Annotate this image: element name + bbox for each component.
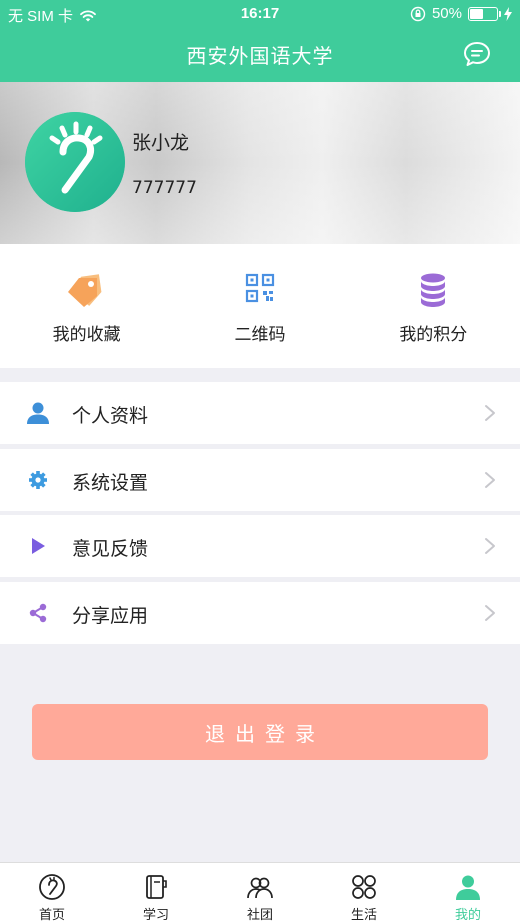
tab-mine[interactable]: 我的 xyxy=(416,863,520,924)
gear-icon xyxy=(29,470,47,489)
play-icon xyxy=(32,538,45,555)
nav-bar: 西安外国语大学 xyxy=(0,28,520,82)
battery-percent: 50% xyxy=(431,5,462,22)
tab-bar: 首页 学习 社团 生活 我的 xyxy=(0,862,520,924)
quick-favorites-label: 我的收藏 xyxy=(52,325,121,345)
menu-item-feedback[interactable]: 意见反馈 xyxy=(0,515,520,578)
grid-icon xyxy=(352,875,376,899)
profile-icon xyxy=(456,875,480,900)
quick-points-label: 我的积分 xyxy=(399,325,468,345)
status-bar: 无 SIM 卡 16:17 50% xyxy=(0,0,520,28)
tab-clubs[interactable]: 社团 xyxy=(208,863,312,924)
user-id: 777777 xyxy=(132,178,197,198)
menu-item-share[interactable]: 分享应用 xyxy=(0,582,520,645)
menu-item-profile[interactable]: 个人资料 xyxy=(0,382,520,444)
menu-item-label: 分享应用 xyxy=(72,605,149,628)
tab-label: 生活 xyxy=(350,908,377,923)
tab-study[interactable]: 学习 xyxy=(104,863,208,924)
quick-qr-code[interactable]: 二维码 xyxy=(173,244,346,368)
menu-item-label: 意见反馈 xyxy=(72,538,149,561)
tab-label: 首页 xyxy=(38,908,65,923)
tag-icon xyxy=(67,274,102,307)
chevron-right-icon xyxy=(485,471,495,488)
person-icon xyxy=(27,402,49,424)
status-right: 50% xyxy=(410,5,512,22)
menu-item-label: 个人资料 xyxy=(72,405,149,427)
qr-code-icon xyxy=(245,273,275,303)
quick-actions: 我的收藏 二维码 我的积分 xyxy=(0,244,520,368)
group-icon xyxy=(247,877,273,899)
chevron-right-icon xyxy=(485,405,495,421)
chat-bubble-icon[interactable] xyxy=(462,40,492,68)
tab-life[interactable]: 生活 xyxy=(312,863,416,924)
battery-icon xyxy=(468,6,501,21)
quick-points[interactable]: 我的积分 xyxy=(347,244,520,368)
charging-icon xyxy=(504,6,512,21)
page-title: 西安外国语大学 xyxy=(186,44,334,68)
tab-label: 学习 xyxy=(142,908,169,923)
avatar[interactable] xyxy=(25,112,125,212)
orientation-lock-icon xyxy=(410,6,426,21)
chevron-right-icon xyxy=(485,605,495,622)
profile-header[interactable]: 张小龙 777777 xyxy=(0,82,520,244)
top-bar: 无 SIM 卡 16:17 50% 西安外国语大学 xyxy=(0,0,520,82)
share-icon xyxy=(29,603,47,623)
menu-item-label: 系统设置 xyxy=(72,471,149,494)
home-logo-icon xyxy=(39,874,65,900)
menu-item-settings[interactable]: 系统设置 xyxy=(0,448,520,511)
quick-favorites[interactable]: 我的收藏 xyxy=(0,244,173,368)
coin-stack-icon xyxy=(421,273,446,307)
book-icon xyxy=(146,875,167,899)
user-name: 张小龙 xyxy=(132,132,190,154)
tab-home[interactable]: 首页 xyxy=(0,863,104,924)
logout-button[interactable]: 退出登录 xyxy=(32,704,488,760)
chevron-right-icon xyxy=(485,538,495,555)
tab-label: 社团 xyxy=(246,908,273,923)
tab-label: 我的 xyxy=(454,908,481,923)
app-logo-icon xyxy=(25,112,125,212)
battery-fill xyxy=(470,8,483,19)
settings-menu: 个人资料 系统设置 意见反馈 分享应用 xyxy=(0,382,520,649)
quick-qr-code-label: 二维码 xyxy=(234,325,286,345)
